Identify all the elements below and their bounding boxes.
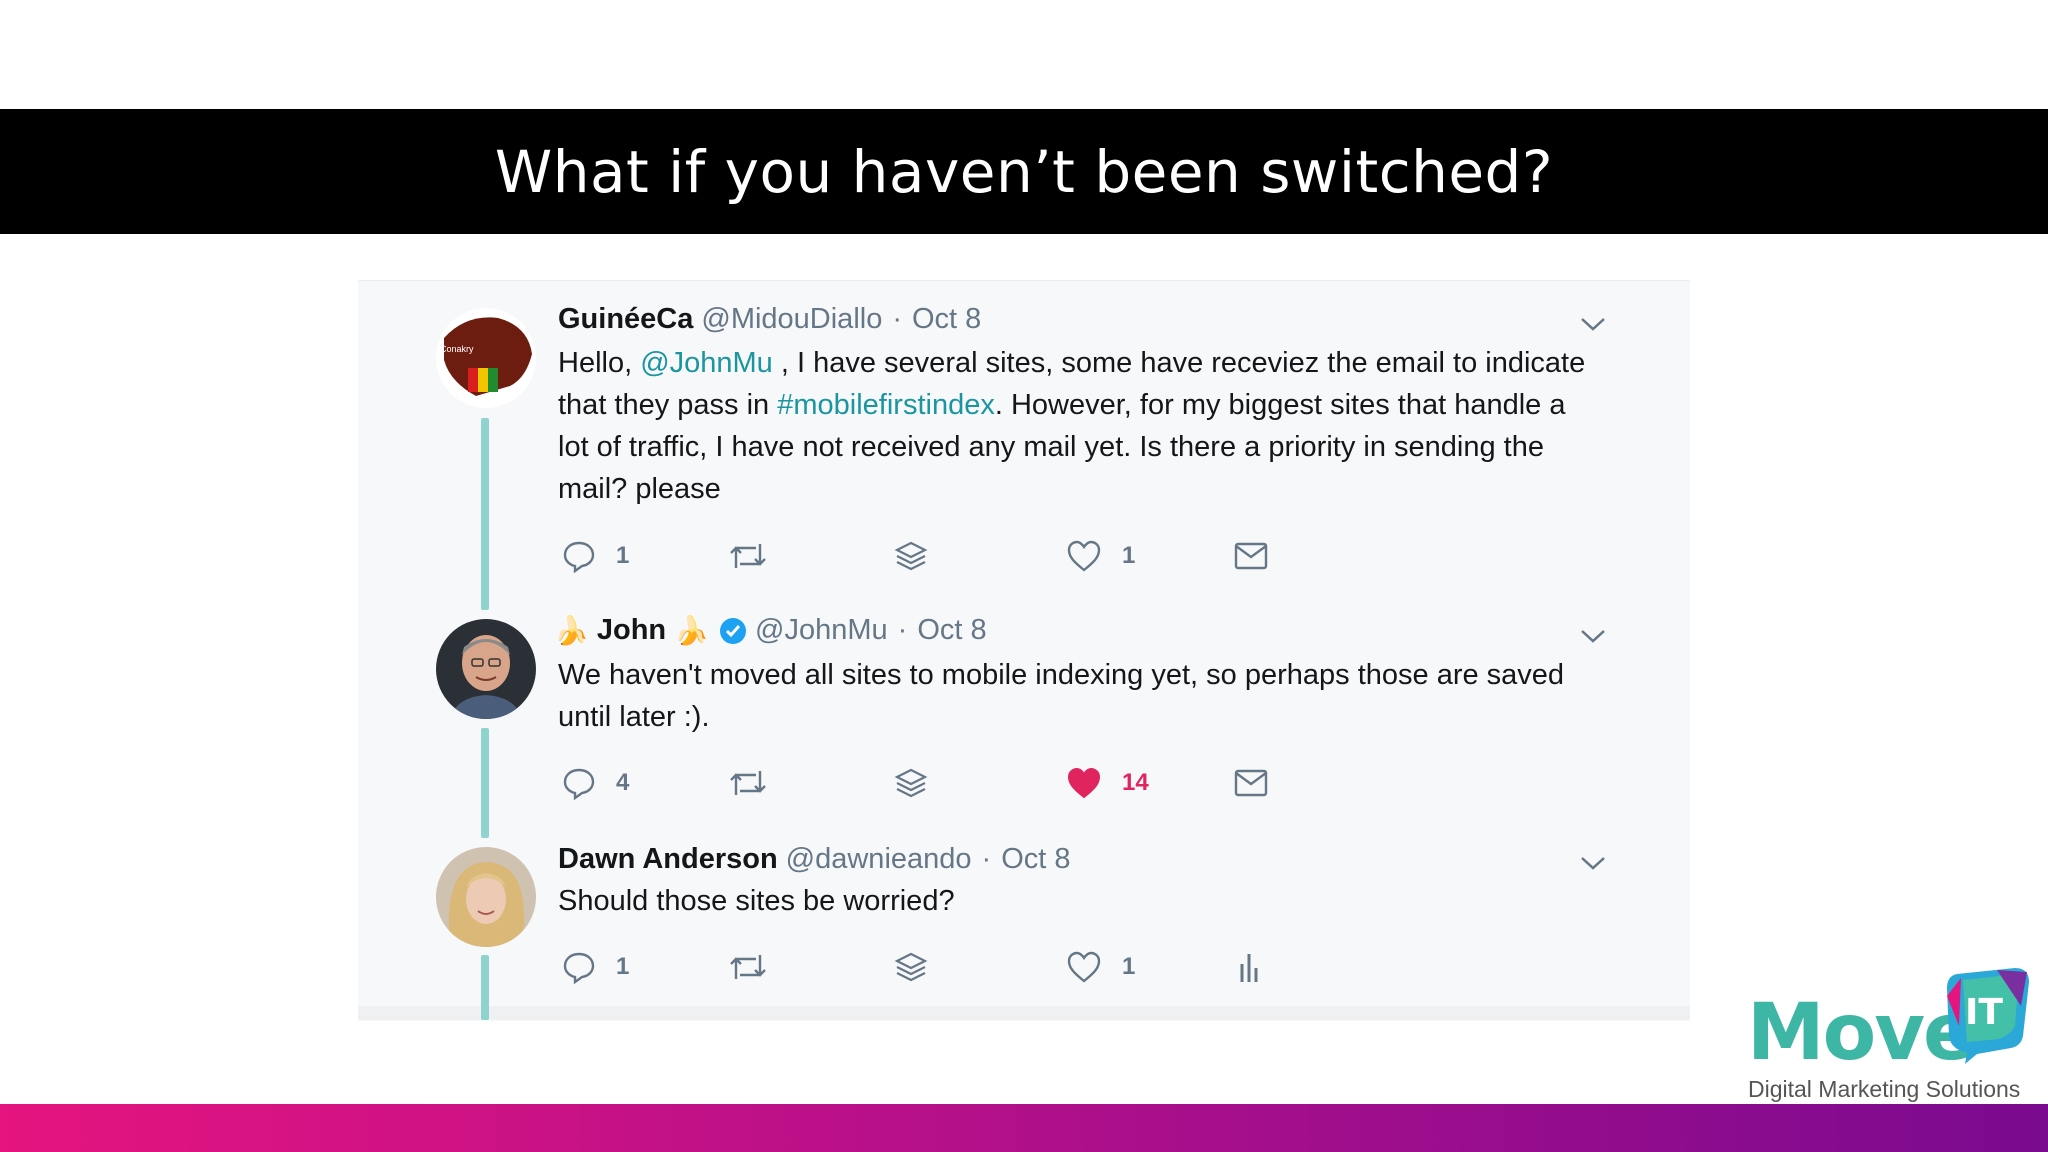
author-handle[interactable]: @dawnieando [786,843,972,876]
reply-button[interactable]: 4 [562,766,629,800]
heart-icon [1067,540,1101,572]
mail-icon [1234,542,1268,570]
layers-icon [894,952,928,982]
analytics-icon [1240,954,1258,982]
tweet-body: Should those sites be worried? [558,885,955,917]
separator-dot: · [981,843,992,875]
direct-message-button[interactable] [1234,542,1268,570]
heart-filled-icon [1067,767,1101,799]
logo-badge-icon: IT [1947,968,2029,1064]
direct-message-button[interactable] [1234,769,1268,797]
analytics-button[interactable] [1238,950,1264,984]
reply-icon [563,541,595,573]
logo-badge-text: IT [1965,992,2003,1033]
tweet-body: We haven't moved all sites to mobile ind… [558,659,1565,733]
slide-title: What if you haven’t been switched? [494,137,1554,206]
tweet-header: Dawn Anderson @dawnieando · Oct 8 [558,843,1071,876]
tweet-header: GuinéeCa @MidouDiallo · Oct 8 [558,303,981,336]
thread-line [481,728,489,838]
like-count: 1 [1122,542,1136,569]
chevron-down-icon[interactable] [1580,628,1606,644]
author-name[interactable]: Dawn Anderson [558,843,778,876]
like-button[interactable]: 14 [1066,766,1149,800]
layers-icon [894,541,928,571]
separator-dot: · [897,614,908,646]
bottom-gradient-bar [0,1104,2048,1152]
reply-button[interactable]: 1 [562,539,629,573]
logo-tagline: Digital Marketing Solutions [1748,1076,2021,1102]
author-handle[interactable]: @JohnMu [755,614,888,647]
reply-count: 1 [616,542,630,569]
retweet-icon [730,544,766,568]
stack-button[interactable] [894,951,928,985]
separator-dot: · [892,303,902,335]
author-name[interactable]: John [597,614,666,647]
reply-count: 1 [616,953,630,980]
avatar-john[interactable] [436,619,536,719]
retweet-button[interactable] [728,951,768,983]
reply-icon [563,768,595,800]
reply-button[interactable]: 1 [562,950,629,984]
like-button[interactable]: 1 [1066,950,1135,984]
author-handle[interactable]: @MidouDiallo [701,303,882,336]
layers-icon [894,768,928,798]
like-button[interactable]: 1 [1066,539,1135,573]
retweet-button[interactable] [728,767,768,799]
tweet-body: Hello, @JohnMu , I have several sites, s… [558,342,1598,510]
stack-button[interactable] [894,540,928,574]
stack-button[interactable] [894,767,928,801]
tweet-date[interactable]: Oct 8 [1001,843,1070,876]
chevron-down-icon[interactable] [1580,316,1606,332]
tweet-text: Hello, [558,347,641,379]
like-count: 14 [1122,769,1149,796]
panel-bottom-edge [358,1006,1690,1020]
thread-line [481,955,489,1020]
like-count: 1 [1122,953,1136,980]
banana-emoji: 🍌 [554,615,589,646]
reply-count: 4 [616,769,630,796]
slide-title-bar: What if you haven’t been switched? [0,109,2048,234]
hashtag-link[interactable]: #mobilefirstindex [777,389,995,421]
heart-icon [1067,951,1101,983]
verified-badge-icon [720,617,747,644]
chevron-down-icon[interactable] [1580,855,1606,871]
tweet-header: 🍌 John 🍌 @JohnMu · Oct 8 [554,614,987,647]
svg-text:Conakry: Conakry [440,344,474,354]
reply-icon [563,952,595,984]
moveit-logo: Move IT Digital Marketing Solutions [1742,968,2032,1108]
mention-link[interactable]: @JohnMu [640,347,773,379]
tweet-date[interactable]: Oct 8 [917,614,986,647]
retweet-icon [730,955,766,979]
tweet-date[interactable]: Oct 8 [912,303,981,336]
mail-icon [1234,769,1268,797]
author-name[interactable]: GuinéeCa [558,303,693,336]
banana-emoji: 🍌 [674,615,710,646]
avatar-dawn-anderson[interactable] [436,847,536,947]
retweet-icon [730,771,766,795]
avatar-guineeca[interactable]: Conakry [436,308,536,408]
retweet-button[interactable] [728,540,768,572]
thread-line [481,418,489,610]
